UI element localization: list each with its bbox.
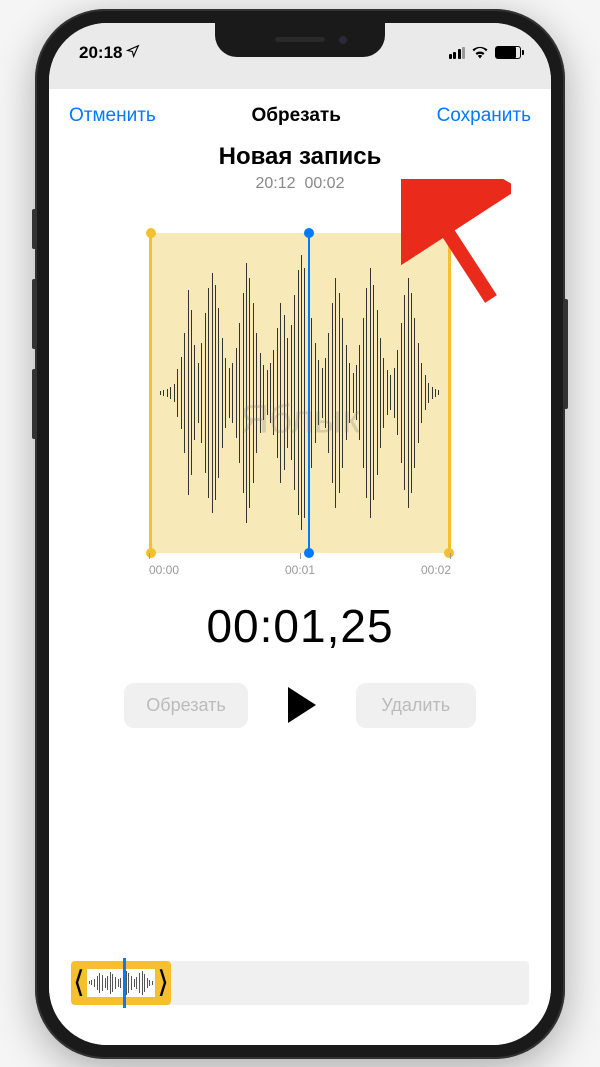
- screen: 20:18 Отменить Обрезать Сохранить: [49, 23, 551, 1045]
- overview-timeline[interactable]: ⟨ ⟩: [71, 961, 529, 1005]
- save-button[interactable]: Сохранить: [437, 105, 531, 127]
- delete-button[interactable]: Удалить: [356, 683, 476, 728]
- overview-trim-region[interactable]: ⟨ ⟩: [71, 961, 171, 1005]
- right-bracket-icon: ⟩: [157, 965, 169, 1000]
- phone-frame: 20:18 Отменить Обрезать Сохранить: [35, 9, 565, 1059]
- trim-sheet: Отменить Обрезать Сохранить Новая запись…: [49, 89, 551, 1045]
- wifi-icon: [471, 46, 489, 59]
- recording-meta: 20:12 00:02: [49, 175, 551, 193]
- notch: [215, 23, 385, 57]
- recording-title: Новая запись: [49, 143, 551, 171]
- trim-button[interactable]: Обрезать: [124, 683, 247, 728]
- overview-playhead: [123, 958, 126, 1008]
- playback-controls: Обрезать Удалить: [49, 683, 551, 728]
- nav-title: Обрезать: [251, 105, 340, 127]
- trim-selection[interactable]: [149, 233, 451, 553]
- battery-icon: [495, 46, 521, 59]
- modal-backdrop: [49, 73, 551, 89]
- waveform-editor[interactable]: Яблык 00:00 00:01 00:02: [109, 233, 491, 573]
- timeline-ticks: [149, 553, 451, 559]
- cellular-signal-icon: [449, 47, 466, 59]
- current-time: 00:01,25: [49, 599, 551, 653]
- location-arrow-icon: [126, 44, 140, 61]
- play-button[interactable]: [288, 687, 316, 723]
- timeline-labels: 00:00 00:01 00:02: [149, 563, 451, 577]
- left-bracket-icon: ⟨: [73, 965, 85, 1000]
- waveform: [160, 233, 440, 553]
- overview-waveform: [87, 969, 156, 997]
- status-time: 20:18: [79, 43, 122, 63]
- nav-bar: Отменить Обрезать Сохранить: [49, 89, 551, 137]
- cancel-button[interactable]: Отменить: [69, 105, 156, 127]
- playhead[interactable]: [308, 233, 310, 553]
